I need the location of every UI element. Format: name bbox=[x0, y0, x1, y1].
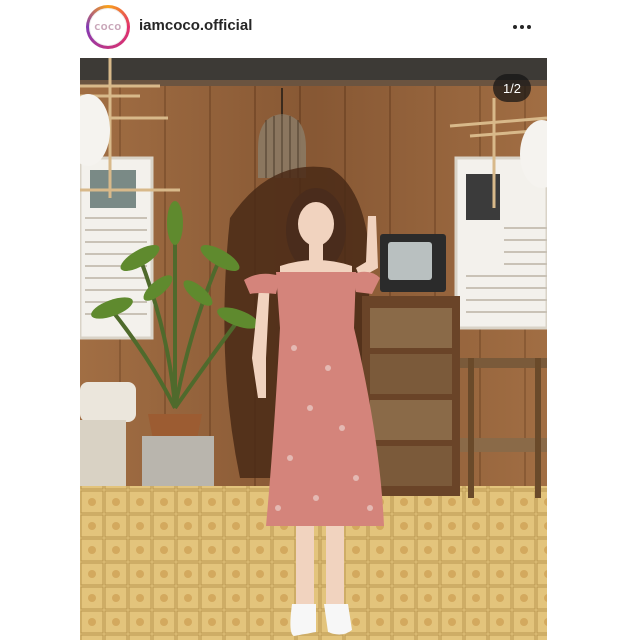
username[interactable]: iamcoco.official bbox=[139, 17, 252, 34]
image-counter-badge: 1/2 bbox=[493, 74, 531, 102]
more-horizontal-icon[interactable] bbox=[510, 20, 534, 34]
avatar-logo-text: COCO bbox=[94, 22, 122, 32]
avatar[interactable]: COCO bbox=[86, 5, 130, 49]
avatar-logo: COCO bbox=[89, 8, 127, 46]
post-header: COCO iamcoco.official bbox=[0, 0, 640, 56]
post-photo[interactable] bbox=[80, 58, 547, 640]
post-photo-image bbox=[80, 58, 547, 640]
